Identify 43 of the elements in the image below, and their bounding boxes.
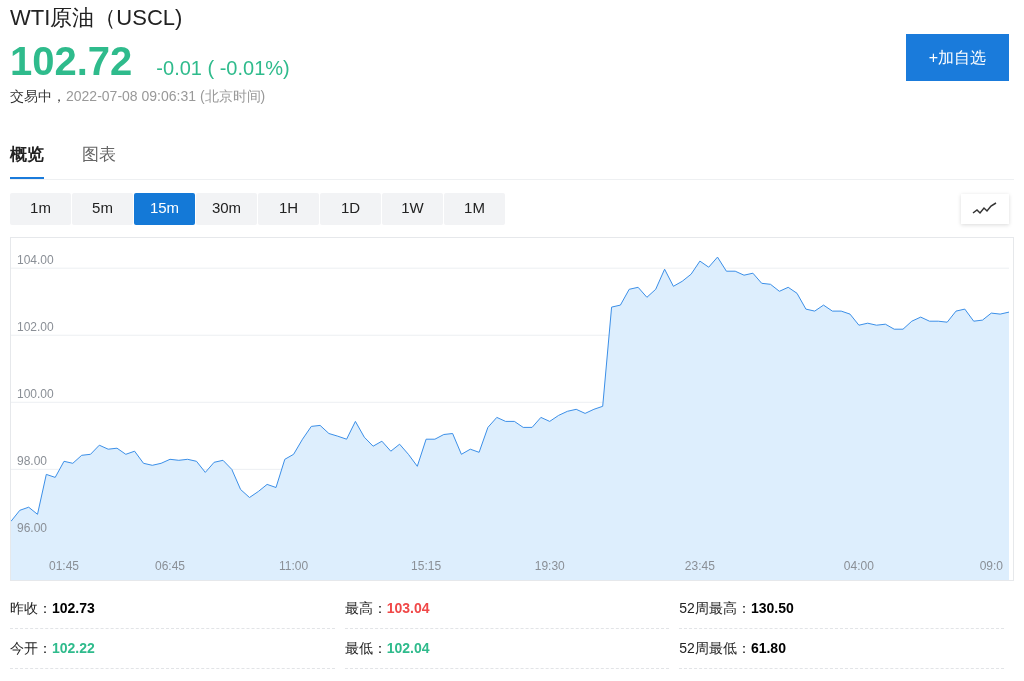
interval-button[interactable]: 1M [444,192,505,225]
x-axis-label: 11:00 [279,558,309,573]
stat-label: 昨收： [10,598,52,618]
stat-label: 最低： [344,638,387,658]
price-change: -0.01 ( -0.01%) [156,56,290,81]
y-axis-label: 102.00 [17,319,54,334]
last-price: 102.72 [10,38,133,85]
x-axis-label: 09:0 [979,558,1003,573]
timestamp: 2022-07-08 09:06:31 (北京时间) [66,88,266,104]
y-axis-label: 100.00 [17,386,54,401]
interval-button[interactable]: 1m [10,192,71,225]
stat-value: 102.73 [52,598,95,618]
add-watchlist-button[interactable]: +加自选 [906,34,1009,81]
stat-label: 52周最高： [679,598,751,618]
interval-button[interactable]: 5m [72,192,133,225]
stat-label: 52周最低： [679,638,751,658]
stat-value: 130.50 [750,598,794,618]
y-axis-label: 96.00 [17,520,48,535]
stat-value: 103.04 [386,598,430,618]
chart-type-button[interactable] [961,193,1009,224]
interval-button[interactable]: 1D [320,192,381,225]
x-axis-label: 06:45 [154,558,185,573]
x-axis-label: 04:00 [843,558,874,573]
trading-status: 交易中， [10,88,66,104]
stat-value: 61.80 [750,638,786,658]
interval-button[interactable]: 15m [134,192,195,225]
instrument-title: WTI原油（USCL) [10,4,184,32]
tab[interactable]: 图表 [82,142,116,179]
interval-button[interactable]: 30m [196,192,257,225]
interval-button[interactable]: 1H [258,192,319,225]
tab[interactable]: 概览 [10,142,44,179]
x-axis-label: 01:45 [49,558,79,573]
stat-label: 最高： [344,598,387,618]
stat-value: 102.22 [52,638,95,658]
y-axis-label: 104.00 [17,252,54,267]
x-axis-label: 23:45 [684,558,715,573]
y-axis-label: 98.00 [17,453,48,468]
line-chart-icon [972,201,998,216]
interval-button[interactable]: 1W [382,192,443,225]
x-axis-label: 19:30 [534,558,565,573]
stat-label: 今开： [10,638,52,658]
x-axis-label: 15:15 [411,558,442,573]
stat-value: 102.04 [386,638,430,658]
